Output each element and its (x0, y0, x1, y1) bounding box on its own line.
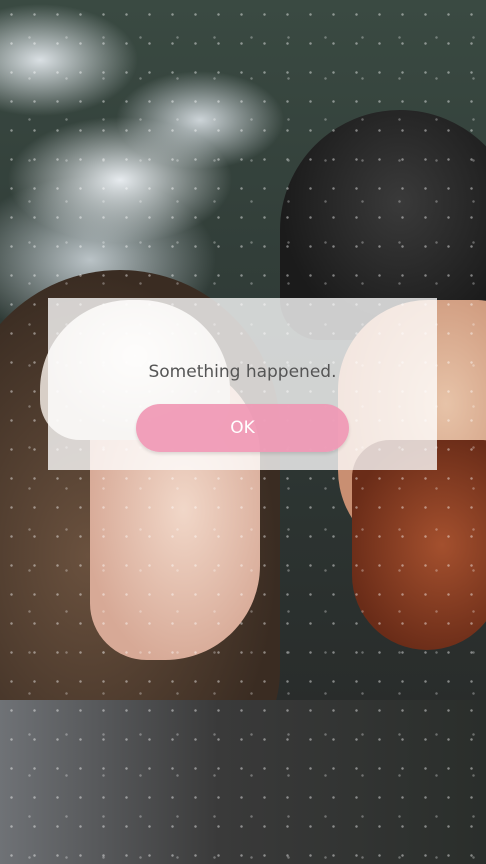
alert-dialog: Something happened. OK (48, 298, 437, 470)
dialog-message: Something happened. (148, 362, 337, 382)
ok-button[interactable]: OK (136, 404, 349, 452)
